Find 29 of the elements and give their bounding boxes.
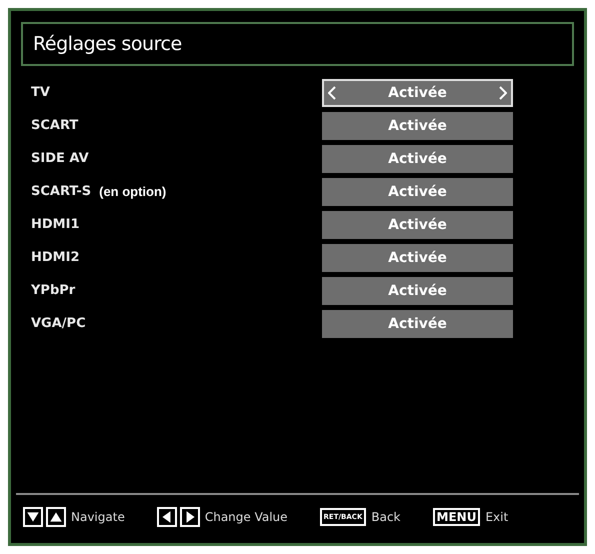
source-value-selector[interactable]: Activée bbox=[322, 145, 513, 173]
source-value-selector[interactable]: Activée bbox=[322, 79, 513, 107]
legend-label: Exit bbox=[485, 509, 508, 526]
source-label: HDMI1 bbox=[31, 216, 80, 234]
arrow-key-icon bbox=[23, 507, 43, 527]
source-value-selector[interactable]: Activée bbox=[322, 112, 513, 140]
source-label: TV bbox=[31, 84, 50, 102]
source-value-selector[interactable]: Activée bbox=[322, 310, 513, 338]
source-label: YPbPr bbox=[31, 282, 76, 300]
source-label: SIDE AV bbox=[31, 150, 89, 168]
source-label: HDMI2 bbox=[31, 249, 80, 268]
source-value-selector[interactable]: Activée bbox=[322, 244, 513, 272]
right-chevron-icon bbox=[499, 86, 507, 100]
source-label: SCART-S bbox=[31, 183, 92, 202]
legend-label: Change Value bbox=[204, 509, 288, 526]
option-note: (en option) bbox=[99, 183, 166, 202]
source-label: VGA/PC bbox=[31, 315, 86, 334]
arrow-key-icon bbox=[156, 507, 177, 527]
menu-title: Réglages source bbox=[33, 32, 182, 57]
legend-label: Back bbox=[371, 509, 401, 526]
arrow-key-icon bbox=[180, 507, 200, 527]
left-chevron-icon bbox=[328, 86, 336, 100]
source-value-selector[interactable]: Activée bbox=[322, 277, 513, 305]
source-value-selector[interactable]: Activée bbox=[322, 178, 513, 206]
source-value-selector[interactable]: Activée bbox=[322, 211, 513, 239]
arrow-key-icon bbox=[46, 507, 66, 527]
legend-label: Navigate bbox=[71, 509, 125, 526]
source-label: SCART bbox=[31, 117, 78, 136]
remote-key-label: MENU bbox=[432, 508, 480, 526]
